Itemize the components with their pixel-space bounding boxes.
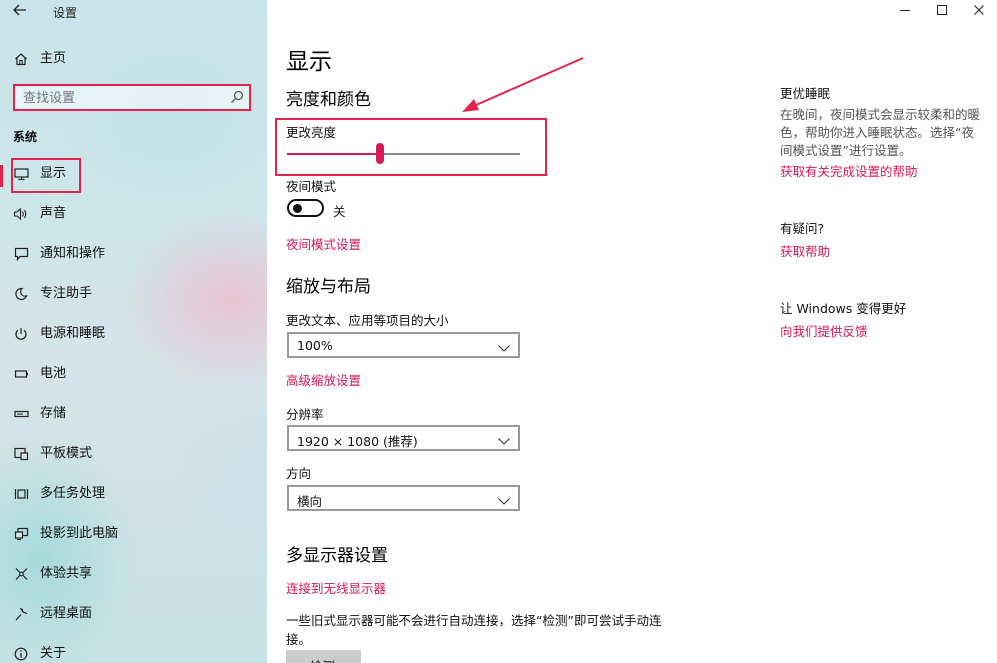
get-help-link[interactable]: 获取帮助 [780, 241, 830, 260]
maximize-button[interactable] [924, 2, 960, 24]
sidebar-item-label: 投影到此电脑 [40, 526, 119, 541]
speaker-icon [12, 205, 30, 223]
notification-icon [12, 245, 30, 263]
sidebar-item-label: 声音 [40, 206, 67, 221]
night-mode-label: 夜间模式 [286, 179, 337, 194]
page-title: 显示 [286, 49, 332, 75]
chevron-down-icon [497, 339, 511, 352]
orientation-dropdown[interactable]: 横向 [287, 485, 520, 511]
night-mode-toggle[interactable] [287, 199, 324, 217]
search-icon[interactable] [229, 89, 245, 105]
monitor-icon [12, 165, 30, 183]
sidebar-item-label: 显示 [40, 166, 67, 181]
night-mode-settings-link[interactable]: 夜间模式设置 [286, 234, 361, 253]
sidebar-item-label: 多任务处理 [40, 486, 106, 501]
brightness-label: 更改亮度 [286, 125, 337, 140]
section-heading-scale: 缩放与布局 [286, 277, 371, 297]
project-icon [12, 525, 30, 543]
sidebar-item-label: 平板模式 [40, 446, 93, 461]
advanced-scale-link[interactable]: 高级缩放设置 [286, 370, 361, 389]
resolution-value: 1920 × 1080 (推荐) [297, 434, 418, 449]
night-mode-state: 关 [333, 204, 346, 219]
sidebar-item-label: 存储 [40, 406, 67, 421]
close-button[interactable] [961, 2, 997, 24]
section-heading-brightness: 亮度和颜色 [286, 90, 371, 110]
question-heading: 有疑问? [780, 221, 825, 236]
sidebar-item-sound[interactable]: 声音 [0, 200, 267, 230]
scale-dropdown[interactable]: 100% [287, 332, 520, 358]
search-input[interactable] [23, 89, 223, 107]
sidebar-item-display[interactable]: 显示 [0, 160, 267, 190]
brightness-slider-thumb[interactable] [376, 143, 385, 164]
sidebar-item-label: 远程桌面 [40, 606, 93, 621]
chevron-down-icon [497, 492, 511, 505]
sidebar-item-label: 体验共享 [40, 566, 93, 581]
multitask-icon [12, 485, 30, 503]
sidebar-item-power[interactable]: 电源和睡眠 [0, 320, 267, 350]
share-icon [12, 565, 30, 583]
sidebar-item-shared-experiences[interactable]: 体验共享 [0, 560, 267, 590]
brightness-slider-track[interactable] [287, 153, 520, 155]
resolution-label: 分辨率 [286, 407, 324, 422]
sidebar-item-focus-assist[interactable]: 专注助手 [0, 280, 267, 310]
search-box[interactable] [13, 84, 251, 111]
main-content: 显示 亮度和颜色 更改亮度 夜间模式 关 夜间模式设置 缩放与布局 更改文本、应… [267, 0, 997, 663]
orientation-label: 方向 [286, 466, 312, 481]
setup-help-link[interactable]: 获取有关完成设置的帮助 [780, 161, 918, 180]
sidebar-item-label: 主页 [40, 51, 67, 66]
battery-icon [12, 365, 30, 383]
sidebar-item-label: 电源和睡眠 [40, 326, 106, 341]
sleep-heading: 更优睡眠 [780, 86, 831, 101]
sleep-description: 在晚间，夜间模式会显示较柔和的暖色，帮助你进入睡眠状态。选择“夜间模式设置”进行… [780, 107, 981, 158]
sidebar-item-multitasking[interactable]: 多任务处理 [0, 480, 267, 510]
remote-icon [12, 605, 30, 623]
section-heading-multi-display: 多显示器设置 [286, 546, 388, 566]
section-label-system: 系统 [13, 130, 38, 144]
sidebar: 设置 主页 系统 显示 声音 通知和操作 [0, 0, 267, 663]
storage-icon [12, 405, 30, 423]
home-icon [12, 50, 30, 68]
multi-display-description: 一些旧式显示器可能不会进行自动连接，选择“检测”即可尝试手动连接。 [286, 613, 662, 647]
connect-wireless-display-link[interactable]: 连接到无线显示器 [286, 578, 386, 597]
sidebar-item-battery[interactable]: 电池 [0, 360, 267, 390]
sidebar-item-remote-desktop[interactable]: 远程桌面 [0, 600, 267, 630]
back-arrow-icon[interactable] [9, 3, 31, 21]
scale-label: 更改文本、应用等项目的大小 [286, 313, 449, 328]
detect-button-label: 检测 [310, 656, 335, 663]
sidebar-item-label: 通知和操作 [40, 246, 106, 261]
power-icon [12, 325, 30, 343]
feedback-link[interactable]: 向我们提供反馈 [780, 321, 868, 340]
title-bar: 设置 [0, 0, 267, 24]
sidebar-item-home[interactable]: 主页 [0, 46, 267, 72]
info-icon [12, 645, 30, 663]
sidebar-item-storage[interactable]: 存储 [0, 400, 267, 430]
minimize-button[interactable] [887, 2, 923, 24]
scale-value: 100% [297, 338, 333, 353]
tablet-icon [12, 445, 30, 463]
resolution-dropdown[interactable]: 1920 × 1080 (推荐) [287, 425, 520, 451]
orientation-value: 横向 [297, 494, 323, 509]
sidebar-item-tablet-mode[interactable]: 平板模式 [0, 440, 267, 470]
chevron-down-icon [497, 432, 511, 445]
sidebar-item-label: 电池 [40, 366, 67, 381]
app-title: 设置 [53, 6, 78, 20]
sidebar-item-label: 专注助手 [40, 286, 93, 301]
moon-icon [12, 285, 30, 303]
sidebar-item-project-to-pc[interactable]: 投影到此电脑 [0, 520, 267, 550]
sidebar-item-notifications[interactable]: 通知和操作 [0, 240, 267, 270]
improve-windows-heading: 让 Windows 变得更好 [780, 301, 907, 316]
detect-button[interactable]: 检测 [286, 650, 361, 663]
sidebar-item-label: 关于 [40, 646, 67, 661]
toggle-knob [293, 204, 302, 213]
brightness-slider-fill [287, 153, 381, 155]
sidebar-item-about[interactable]: 关于 [0, 640, 267, 663]
